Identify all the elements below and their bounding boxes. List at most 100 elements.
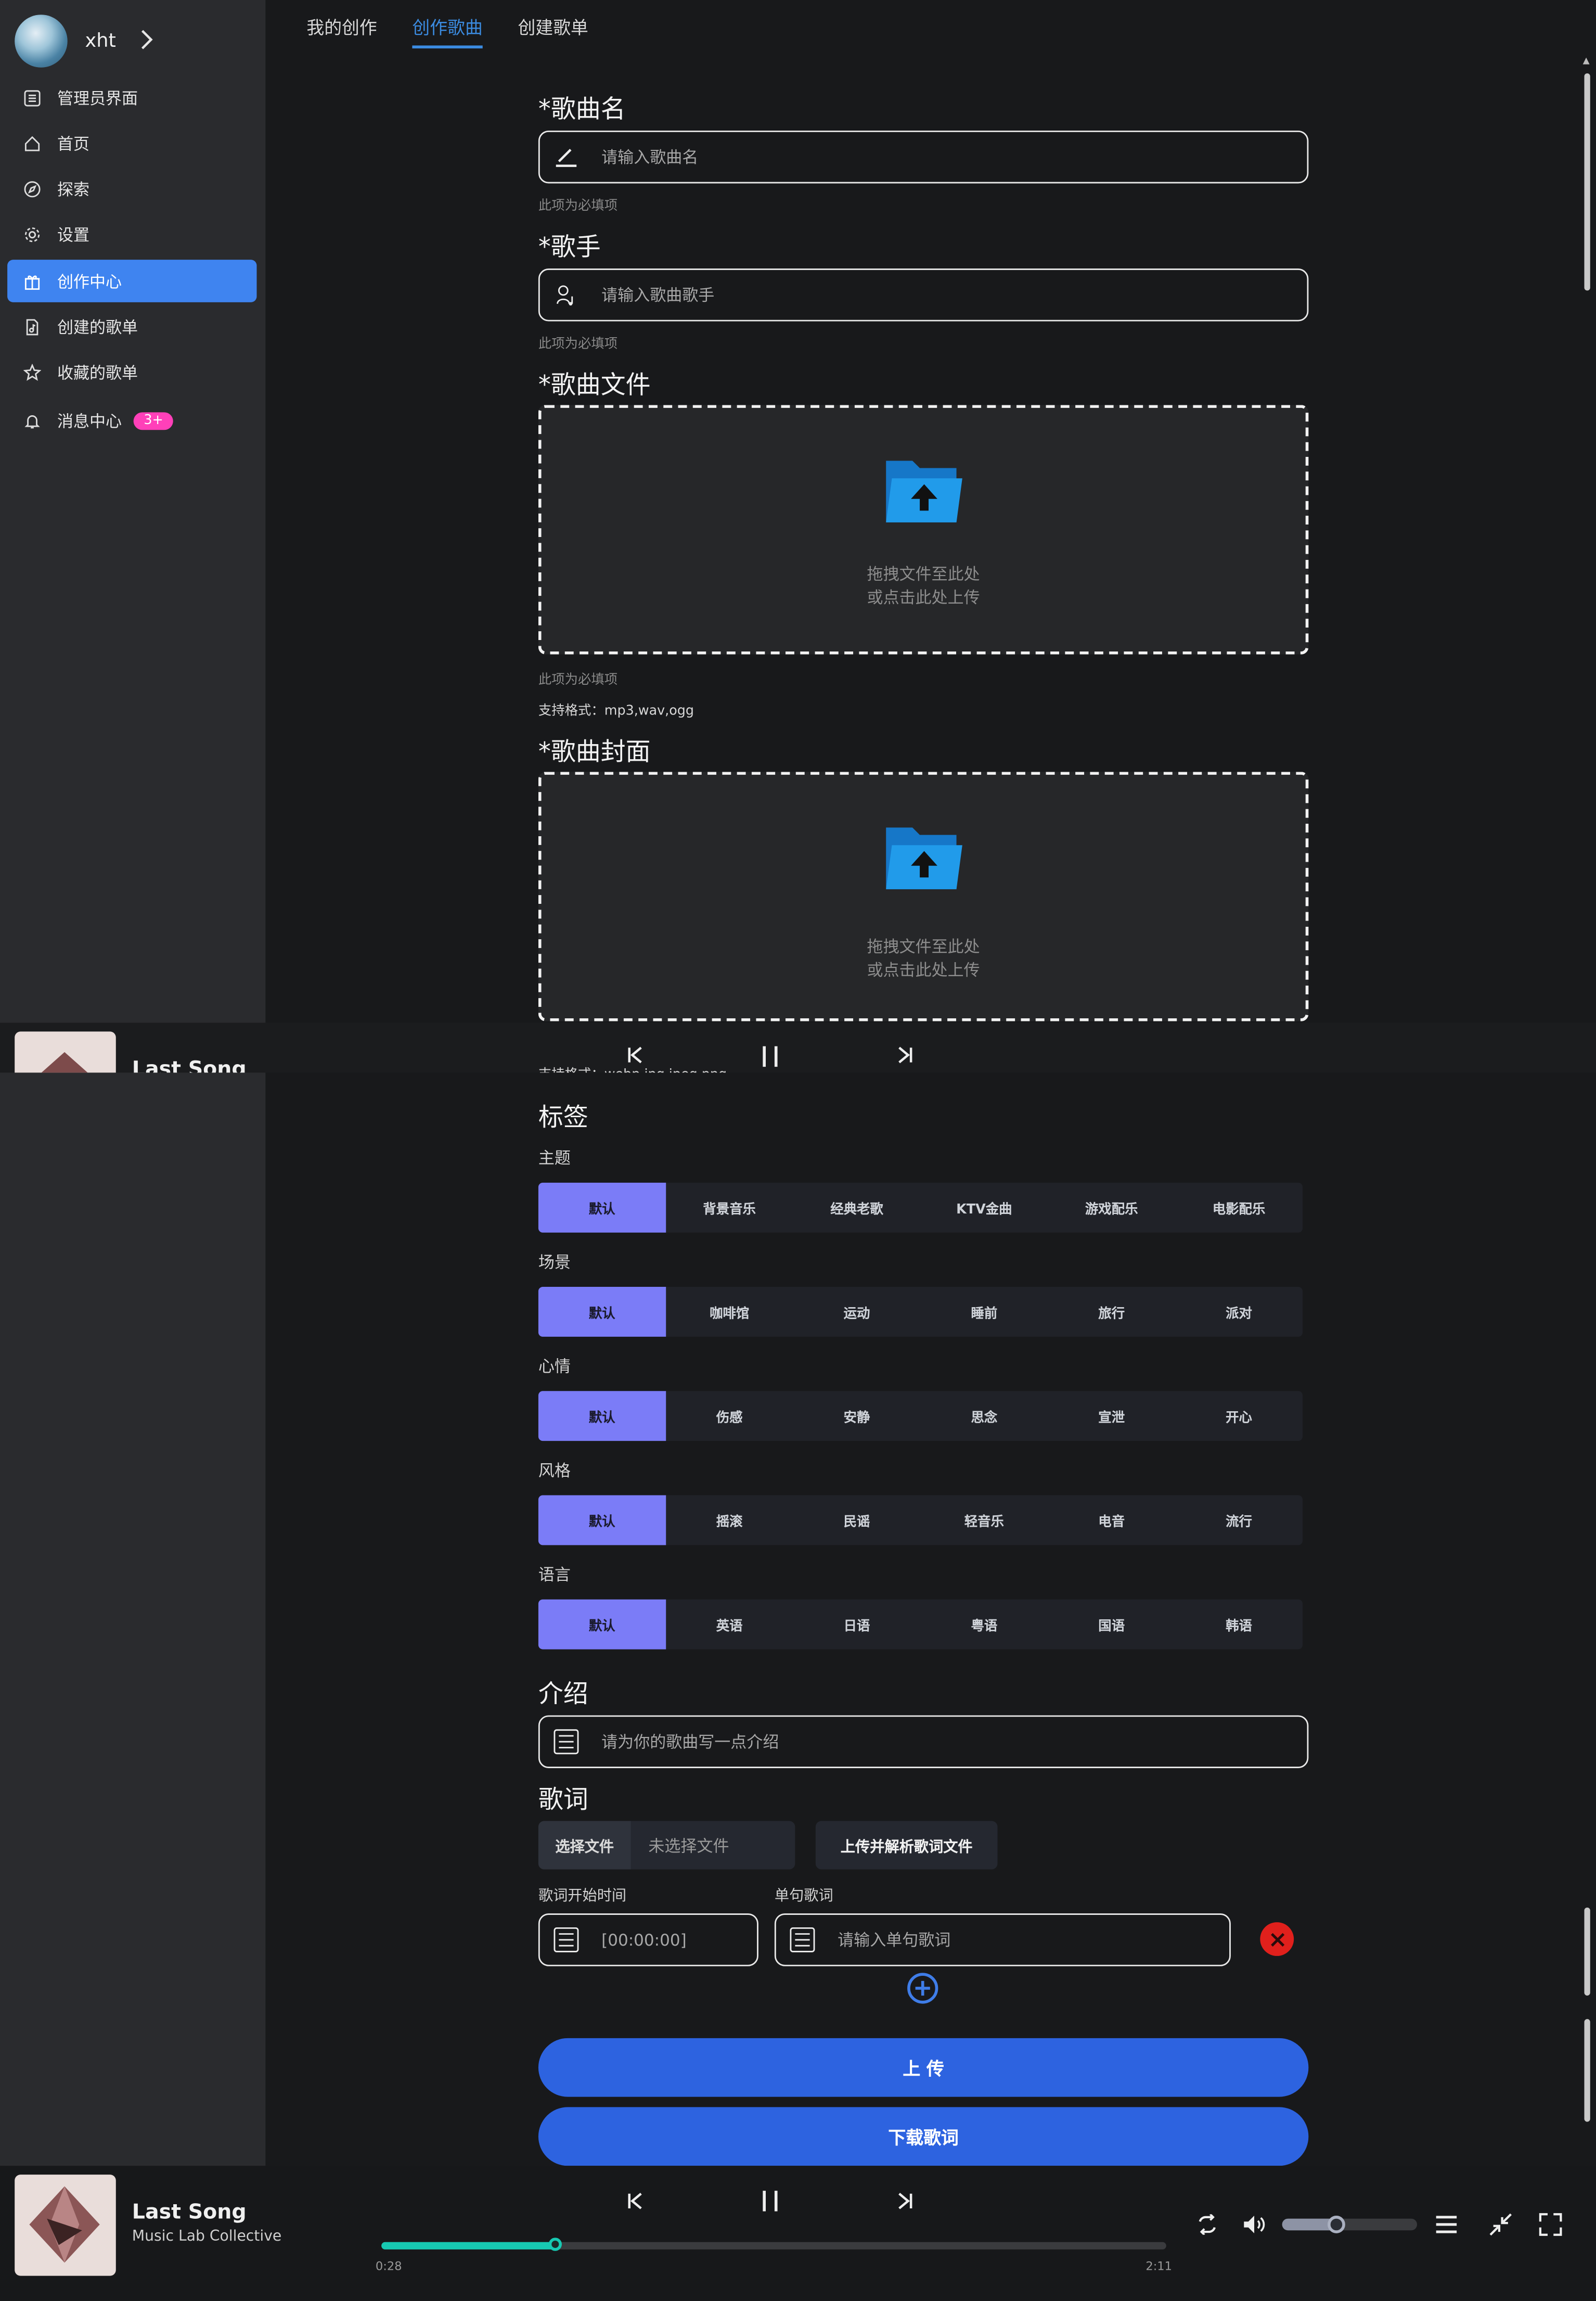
mini-song-title: Last Song [132, 1058, 247, 1073]
tag-option[interactable]: 日语 [793, 1600, 921, 1650]
current-time: 0:28 [375, 2259, 402, 2273]
fullscreen-icon[interactable] [1536, 2210, 1565, 2239]
scroll-thumb[interactable] [1584, 73, 1590, 291]
tag-option[interactable]: 国语 [1048, 1600, 1175, 1650]
playback-progress[interactable] [381, 2238, 1166, 2251]
tag-option[interactable]: 伤感 [666, 1391, 793, 1441]
previous-track-icon[interactable] [623, 2189, 647, 2213]
tag-option[interactable]: 旅行 [1048, 1287, 1175, 1337]
tag-option[interactable]: 默认 [538, 1287, 666, 1337]
tab-create-song[interactable]: 创作歌曲 [412, 15, 483, 49]
sidebar-item-label: 探索 [57, 180, 90, 199]
singer-field[interactable]: 请输入歌曲歌手 [538, 269, 1309, 322]
tag-group-label: 主题 [538, 1148, 571, 1168]
folder-upload-icon [883, 455, 966, 534]
tag-option[interactable]: 默认 [538, 1182, 666, 1233]
tag-option[interactable]: 摇滚 [666, 1495, 793, 1545]
lyric-line-field[interactable]: 请输入单句歌词 [774, 1913, 1231, 1966]
tab-create-playlist[interactable]: 创建歌单 [518, 15, 588, 48]
sidebar-item-favorite-playlists[interactable]: 收藏的歌单 [7, 351, 256, 393]
minimize-icon[interactable] [1486, 2210, 1515, 2239]
sidebar-item-explore[interactable]: 探索 [7, 167, 256, 210]
sidebar-item-created-playlists[interactable]: 创建的歌单 [7, 305, 256, 348]
tag-group-label: 语言 [538, 1565, 571, 1585]
tag-option[interactable]: 宣泄 [1048, 1391, 1175, 1441]
upload-button[interactable]: 上 传 [538, 2038, 1309, 2097]
intro-field[interactable]: 请为你的歌曲写一点介绍 [538, 1715, 1309, 1768]
lyric-line-label: 单句歌词 [774, 1888, 833, 1905]
mini-next-icon[interactable] [893, 1043, 917, 1067]
tag-option[interactable]: 背景音乐 [666, 1183, 793, 1233]
dropzone-text-line1: 拖拽文件至此处 [867, 937, 980, 957]
add-lyric-line-button[interactable] [907, 1972, 939, 2010]
song-file-dropzone[interactable]: 拖拽文件至此处 或点击此处上传 [538, 405, 1309, 655]
sidebar-item-messages[interactable]: 消息中心 3+ [7, 399, 256, 442]
sidebar-item-creator-center[interactable]: 创作中心 [7, 260, 257, 302]
volume-knob[interactable] [1327, 2216, 1345, 2233]
tag-option[interactable]: 默认 [538, 1391, 666, 1441]
volume-icon[interactable] [1241, 2211, 1268, 2238]
tag-option[interactable]: 运动 [793, 1287, 921, 1337]
song-artist: Music Lab Collective [132, 2229, 282, 2245]
song-name-field[interactable]: 请输入歌曲名 [538, 130, 1309, 184]
tag-option[interactable]: 民谣 [793, 1495, 921, 1545]
download-lyrics-button[interactable]: 下载歌词 [538, 2107, 1309, 2166]
next-track-icon[interactable] [893, 2189, 917, 2213]
user-profile[interactable]: xht [15, 15, 154, 68]
volume-slider[interactable] [1282, 2216, 1418, 2233]
tag-option[interactable]: 睡前 [920, 1287, 1048, 1337]
lyrics-file-input[interactable]: 选择文件 未选择文件 [538, 1821, 795, 1870]
choose-file-button[interactable]: 选择文件 [538, 1821, 631, 1870]
tag-option[interactable]: 安静 [793, 1391, 921, 1441]
scrollbar[interactable]: ▲ ▼ [1581, 56, 1593, 2213]
delete-lyric-line-button[interactable] [1260, 1922, 1294, 1956]
tag-option[interactable]: 粤语 [920, 1600, 1048, 1650]
album-cover[interactable] [15, 2175, 116, 2276]
list-icon [551, 1729, 581, 1755]
tag-option[interactable]: 游戏配乐 [1048, 1183, 1175, 1233]
tag-option[interactable]: KTV金曲 [920, 1183, 1048, 1233]
scroll-thumb[interactable] [1584, 1907, 1590, 1996]
tag-option[interactable]: 派对 [1175, 1287, 1303, 1337]
upload-parse-lyrics-button[interactable]: 上传并解析歌词文件 [815, 1821, 998, 1870]
plus-circle-icon [907, 1972, 939, 2010]
tag-option[interactable]: 经典老歌 [793, 1183, 921, 1233]
mini-prev-icon[interactable] [623, 1043, 647, 1067]
tag-option[interactable]: 韩语 [1175, 1600, 1303, 1650]
tag-option[interactable]: 电音 [1048, 1495, 1175, 1545]
progress-knob[interactable] [548, 2238, 562, 2251]
list-icon [788, 1927, 817, 1953]
tag-option[interactable]: 默认 [538, 1599, 666, 1650]
tag-option[interactable]: 思念 [920, 1391, 1048, 1441]
scroll-up-icon[interactable]: ▲ [1583, 56, 1590, 66]
avatar[interactable] [15, 15, 68, 68]
sidebar-item-label: 管理员界面 [57, 88, 138, 108]
mini-pause-icon[interactable] [758, 1043, 782, 1070]
star-icon [22, 362, 42, 382]
chevron-right-icon[interactable] [139, 27, 154, 55]
playlist-menu-icon[interactable] [1432, 2210, 1461, 2239]
tag-option[interactable]: 默认 [538, 1495, 666, 1545]
tag-option[interactable]: 轻音乐 [920, 1495, 1048, 1545]
intro-placeholder: 请为你的歌曲写一点介绍 [601, 1733, 779, 1752]
tag-option[interactable]: 开心 [1175, 1391, 1303, 1441]
gift-icon [22, 271, 42, 291]
tag-option[interactable]: 咖啡馆 [666, 1287, 793, 1337]
scroll-thumb[interactable] [1584, 2019, 1590, 2122]
lyric-start-time-field[interactable]: [00:00:00] [538, 1913, 758, 1966]
tag-option[interactable]: 电影配乐 [1175, 1183, 1303, 1233]
home-icon [22, 133, 42, 153]
sidebar-item-admin[interactable]: 管理员界面 [7, 76, 256, 119]
pause-icon[interactable] [758, 2188, 782, 2214]
tab-my-creations[interactable]: 我的创作 [306, 15, 377, 48]
sidebar-item-settings[interactable]: 设置 [7, 213, 256, 255]
tag-group-language: 默认 英语 日语 粤语 国语 韩语 [538, 1599, 1303, 1650]
top-tabs: 我的创作 创作歌曲 创建歌单 [306, 15, 588, 49]
sidebar-item-home[interactable]: 首页 [7, 122, 256, 164]
tag-option[interactable]: 流行 [1175, 1495, 1303, 1545]
lyrics-file-row: 选择文件 未选择文件 上传并解析歌词文件 [538, 1821, 998, 1870]
repeat-icon[interactable] [1194, 2211, 1220, 2238]
no-file-text: 未选择文件 [648, 1836, 729, 1856]
tag-option[interactable]: 英语 [666, 1600, 793, 1650]
cover-dropzone[interactable]: 拖拽文件至此处 或点击此处上传 [538, 772, 1309, 1021]
